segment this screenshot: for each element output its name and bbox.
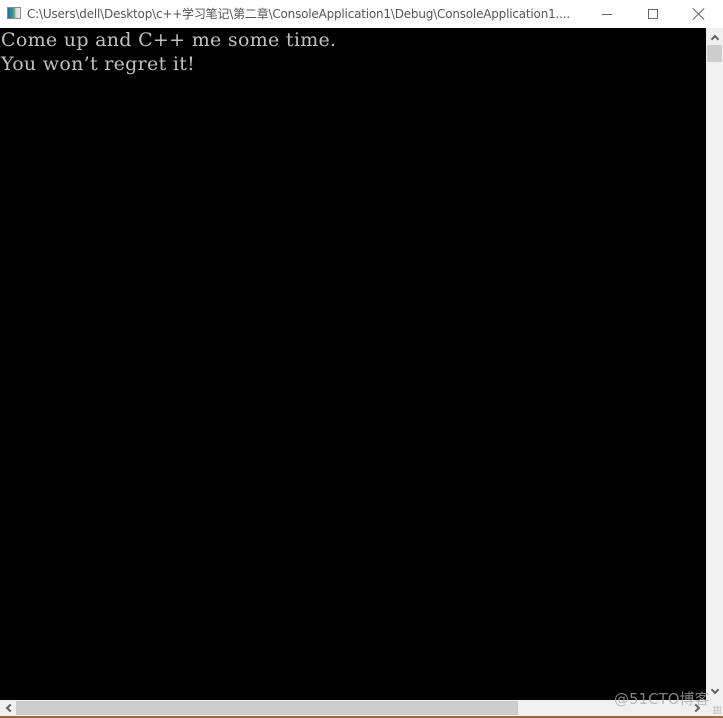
minimize-button[interactable] — [584, 0, 630, 28]
horizontal-scroll-thumb[interactable] — [16, 701, 518, 715]
vertical-scroll-thumb[interactable] — [707, 45, 722, 62]
close-icon — [693, 8, 705, 20]
chevron-up-icon — [710, 34, 719, 43]
resize-grip-icon — [713, 706, 721, 714]
watermark: @51CTO博客 — [614, 690, 710, 708]
chevron-left-icon — [5, 703, 15, 713]
close-button[interactable] — [676, 0, 722, 28]
chevron-down-icon — [710, 685, 719, 694]
scroll-left-button[interactable] — [0, 700, 16, 716]
maximize-icon — [648, 9, 658, 19]
console-line: Come up and C++ me some time. — [1, 29, 337, 51]
window-title: C:\Users\dell\Desktop\c++学习笔记\第二章\Consol… — [27, 7, 570, 21]
horizontal-scrollbar[interactable] — [0, 700, 706, 716]
minimize-icon — [602, 13, 612, 15]
maximize-button[interactable] — [630, 0, 676, 28]
console-line: You won’t regret it! — [1, 53, 196, 75]
scroll-up-button[interactable] — [706, 28, 723, 45]
title-bar[interactable]: C:\Users\dell\Desktop\c++学习笔记\第二章\Consol… — [0, 0, 723, 28]
vertical-scrollbar[interactable] — [706, 28, 723, 700]
console-app-icon[interactable] — [7, 7, 21, 19]
console-output[interactable]: Come up and C++ me some time. You won’t … — [0, 28, 706, 700]
